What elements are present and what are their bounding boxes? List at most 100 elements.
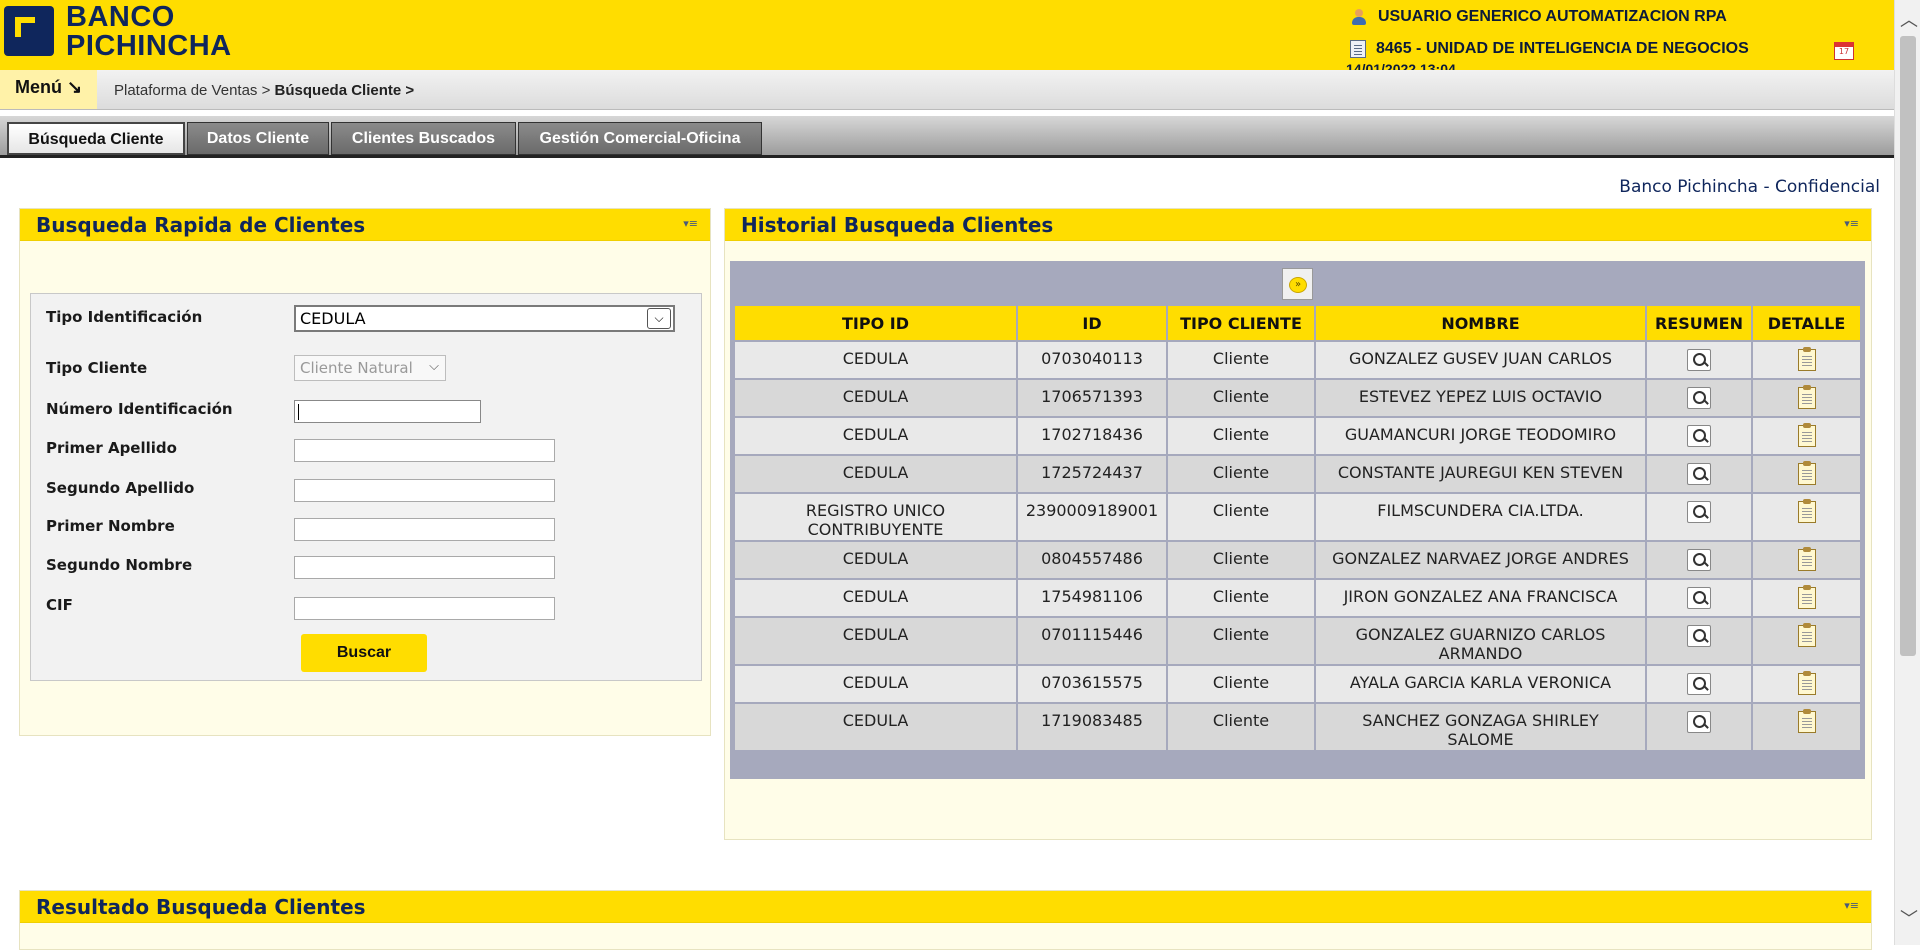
breadcrumb-current: Búsqueda Cliente >	[274, 82, 415, 99]
magnifier-icon[interactable]	[1687, 711, 1711, 733]
clipboard-icon[interactable]	[1797, 423, 1816, 447]
clipboard-icon[interactable]	[1797, 671, 1816, 695]
clipboard-icon[interactable]	[1797, 709, 1816, 733]
cell-tipo-cliente: Cliente	[1166, 702, 1316, 752]
table-row: CEDULA 0804557486 Cliente GONZALEZ NARVA…	[733, 540, 1862, 580]
col-id: ID	[1016, 304, 1168, 342]
expand-button[interactable]: »	[1282, 268, 1313, 300]
page-scrollbar[interactable]: ︿ ﹀	[1894, 0, 1920, 945]
table-row: CEDULA 1725724437 Cliente CONSTANTE JAUR…	[733, 454, 1862, 494]
clipboard-icon[interactable]	[1797, 461, 1816, 485]
tab-clientes-buscados[interactable]: Clientes Buscados	[331, 122, 516, 155]
clipboard-icon[interactable]	[1797, 499, 1816, 523]
menu-button[interactable]: Menú ↘	[0, 70, 97, 109]
user-icon	[1350, 8, 1368, 26]
magnifier-icon[interactable]	[1687, 349, 1711, 371]
clipboard-icon[interactable]	[1797, 547, 1816, 571]
search-panel-title: Busqueda Rapida de Clientes	[36, 213, 366, 237]
magnifier-icon[interactable]	[1687, 387, 1711, 409]
cell-tipo-cliente: Cliente	[1166, 540, 1316, 580]
table-row: CEDULA 1706571393 Cliente ESTEVEZ YEPEZ …	[733, 378, 1862, 418]
chevron-down-icon: ⌵	[429, 359, 439, 374]
clipboard-icon[interactable]	[1797, 385, 1816, 409]
cell-nombre: FILMSCUNDERA CIA.LTDA.	[1314, 492, 1647, 542]
primer-nombre-label: Primer Nombre	[46, 517, 175, 535]
magnifier-icon[interactable]	[1687, 463, 1711, 485]
clipboard-icon[interactable]	[1797, 585, 1816, 609]
cell-tipo-id: REGISTRO UNICO CONTRIBUYENTE	[733, 492, 1018, 542]
collapse-icon[interactable]: ▾≡	[683, 217, 698, 230]
magnifier-icon[interactable]	[1687, 501, 1711, 523]
cell-nombre: ESTEVEZ YEPEZ LUIS OCTAVIO	[1314, 378, 1647, 418]
tipo-identificacion-select[interactable]: CEDULA ⌵	[294, 305, 675, 332]
user-name: USUARIO GENERICO AUTOMATIZACION RPA	[1378, 8, 1727, 25]
primer-apellido-input[interactable]	[294, 439, 555, 462]
cell-tipo-id: CEDULA	[733, 578, 1018, 618]
magnifier-icon[interactable]	[1687, 549, 1711, 571]
cell-id: 1706571393	[1016, 378, 1168, 418]
history-table-container: » TIPO ID ID TIPO CLIENTE NOMBRE RESUMEN…	[730, 261, 1865, 779]
magnifier-icon[interactable]	[1687, 425, 1711, 447]
tab-gestion-comercial[interactable]: Gestión Comercial-Oficina	[518, 122, 762, 155]
cell-nombre: GONZALEZ GUARNIZO CARLOS ARMANDO	[1314, 616, 1647, 666]
history-panel: Historial Busqueda Clientes ▾≡ » TIPO ID…	[724, 208, 1872, 840]
table-row: CEDULA 0703040113 Cliente GONZALEZ GUSEV…	[733, 340, 1862, 380]
cell-tipo-id: CEDULA	[733, 540, 1018, 580]
segundo-nombre-input[interactable]	[294, 556, 555, 579]
col-detalle: DETALLE	[1751, 304, 1862, 342]
table-row: CEDULA 1754981106 Cliente JIRON GONZALEZ…	[733, 578, 1862, 618]
cell-id: 0701115446	[1016, 616, 1168, 666]
table-row: REGISTRO UNICO CONTRIBUYENTE 23900091890…	[733, 492, 1862, 542]
search-panel: Busqueda Rapida de Clientes ▾≡ Tipo Iden…	[19, 208, 711, 736]
clipboard-icon[interactable]	[1797, 347, 1816, 371]
cell-tipo-cliente: Cliente	[1166, 454, 1316, 494]
magnifier-icon[interactable]	[1687, 673, 1711, 695]
current-unit: 8465 - UNIDAD DE INTELIGENCIA DE NEGOCIO…	[1350, 40, 1749, 58]
cell-id: 0703615575	[1016, 664, 1168, 704]
collapse-icon[interactable]: ▾≡	[1844, 899, 1859, 912]
cell-nombre: GONZALEZ NARVAEZ JORGE ANDRES	[1314, 540, 1647, 580]
primer-nombre-input[interactable]	[294, 518, 555, 541]
segundo-apellido-input[interactable]	[294, 479, 555, 502]
cell-id: 0703040113	[1016, 340, 1168, 380]
tipo-cliente-label: Tipo Cliente	[46, 359, 148, 377]
cell-tipo-cliente: Cliente	[1166, 664, 1316, 704]
cell-tipo-id: CEDULA	[733, 378, 1018, 418]
scroll-down-icon[interactable]: ﹀	[1900, 905, 1918, 931]
tab-datos-cliente[interactable]: Datos Cliente	[187, 122, 329, 155]
cell-tipo-id: CEDULA	[733, 454, 1018, 494]
scroll-up-icon[interactable]: ︿	[1900, 6, 1918, 32]
cif-input[interactable]	[294, 597, 555, 620]
chevron-down-icon: ⌵	[647, 308, 671, 329]
bank-logo-text: BANCO PICHINCHA	[66, 1, 232, 62]
app-header: BANCO PICHINCHA USUARIO GENERICO AUTOMAT…	[0, 0, 1894, 70]
cell-tipo-id: CEDULA	[733, 340, 1018, 380]
magnifier-icon[interactable]	[1687, 587, 1711, 609]
cell-tipo-cliente: Cliente	[1166, 492, 1316, 542]
primer-apellido-label: Primer Apellido	[46, 439, 177, 457]
tab-bar: Búsqueda Cliente Datos Cliente Clientes …	[0, 112, 1894, 172]
breadcrumb-root[interactable]: Plataforma de Ventas >	[114, 82, 275, 99]
cell-id: 2390009189001	[1016, 492, 1168, 542]
cell-tipo-cliente: Cliente	[1166, 616, 1316, 666]
cell-tipo-id: CEDULA	[733, 702, 1018, 752]
scroll-thumb[interactable]	[1900, 36, 1916, 656]
history-table: TIPO ID ID TIPO CLIENTE NOMBRE RESUMEN D…	[733, 304, 1862, 752]
unit-name: 8465 - UNIDAD DE INTELIGENCIA DE NEGOCIO…	[1376, 40, 1749, 57]
menu-bar: Menú ↘ Plataforma de Ventas > Búsqueda C…	[0, 70, 1894, 110]
bank-logo-icon	[4, 6, 54, 56]
current-user: USUARIO GENERICO AUTOMATIZACION RPA	[1350, 8, 1727, 26]
result-panel-title: Resultado Busqueda Clientes	[36, 895, 366, 919]
numero-identificacion-label: Número Identificación	[46, 400, 233, 418]
cell-nombre: AYALA GARCIA KARLA VERONICA	[1314, 664, 1647, 704]
tab-busqueda-cliente[interactable]: Búsqueda Cliente	[7, 122, 185, 155]
clipboard-icon[interactable]	[1797, 623, 1816, 647]
tipo-identificacion-label: Tipo Identificación	[46, 308, 203, 326]
magnifier-icon[interactable]	[1687, 625, 1711, 647]
buscar-button[interactable]: Buscar	[301, 634, 427, 672]
collapse-icon[interactable]: ▾≡	[1844, 217, 1859, 230]
col-nombre: NOMBRE	[1314, 304, 1647, 342]
cell-nombre: GONZALEZ GUSEV JUAN CARLOS	[1314, 340, 1647, 380]
numero-identificacion-input[interactable]	[294, 400, 481, 423]
calendar-icon[interactable]: 17	[1834, 42, 1854, 60]
